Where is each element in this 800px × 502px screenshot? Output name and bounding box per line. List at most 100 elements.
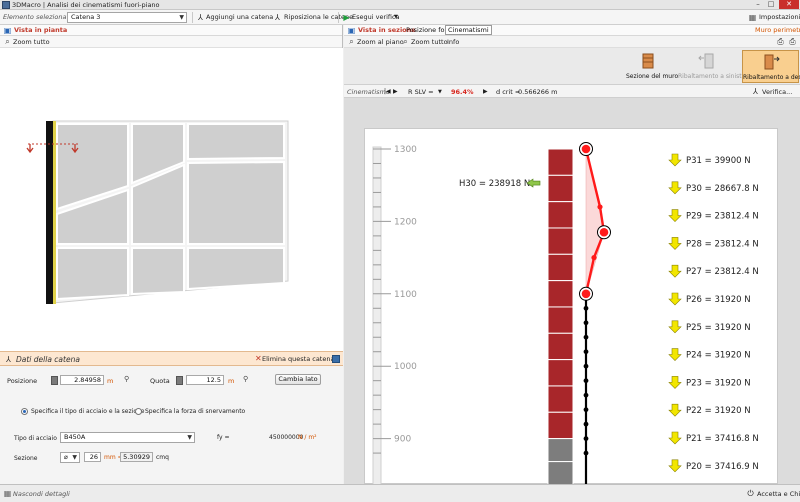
add-chain-button[interactable]: Aggiungi una catena [206, 13, 273, 21]
load-label: P26 = 31920 N [686, 295, 751, 305]
steel-type-select[interactable]: B450A ▼ [60, 432, 195, 443]
tab-plan-view[interactable]: Vista in pianta [14, 26, 67, 34]
print-icon[interactable]: ⎙ [776, 37, 785, 46]
overturn-left-button[interactable]: Ribaltamento a sinistra [678, 50, 748, 83]
section-chart-paper: 900 1000 1100 1200 1300 H30 = 238918 N P31 = 3… [364, 128, 778, 502]
wall-block-lower [547, 461, 574, 486]
zoom-all-button[interactable]: Zoom tutto [13, 38, 50, 46]
chevron-down-icon: ▼ [187, 434, 192, 441]
ruler-tick-label: 1100 [394, 290, 417, 300]
collapse-icon[interactable]: ▦ [3, 489, 12, 498]
slv-percentage: 96.4% [451, 88, 474, 96]
height-input[interactable]: 12.5 [186, 375, 224, 385]
settings-button[interactable]: Impostazioni... [759, 13, 800, 21]
nav-first-icon[interactable]: |◀ [384, 88, 391, 95]
power-icon: ⏻ [747, 489, 754, 498]
title-bar: 3DMacro | Analisi dei cinematismi fuori-… [0, 0, 800, 10]
chevron-down-icon[interactable]: ▼ [394, 14, 398, 20]
radio-steel-type-label[interactable]: Specifica il tipo di acciaio e la sezion… [31, 408, 144, 415]
section-chart-area[interactable]: 900 1000 1100 1200 1300 H30 = 238918 N P31 = 3… [344, 98, 800, 502]
hide-details-button[interactable]: Nascondi dettagli [13, 490, 70, 498]
support-node [583, 363, 589, 369]
zoom-all-button[interactable]: Zoom tutto [411, 38, 448, 46]
load-arrow-icon [668, 431, 682, 445]
load-arrow-icon [668, 459, 682, 473]
delete-icon: ✕ [255, 354, 262, 363]
steel-type-value: B450A [64, 433, 86, 441]
wall-block [547, 280, 574, 308]
section-view-icon: ▣ [347, 26, 356, 35]
run-check-button[interactable]: Esegui verifica [352, 13, 400, 21]
height-unit: m [228, 377, 235, 385]
accept-close-button[interactable]: Accetta e Chiudi [757, 490, 800, 498]
verification-bar: Cinematismo |◀ ▶ R SLV = ▼ 96.4% ▶ d cri… [344, 85, 800, 98]
radio-steel-type[interactable] [21, 408, 28, 415]
minimize-button[interactable]: – [752, 0, 764, 9]
mechanism-node [591, 255, 597, 261]
radio-yield-force[interactable] [135, 408, 142, 415]
load-arrow-icon [668, 209, 682, 223]
section-shape-select[interactable]: ⌀ ▼ [60, 452, 80, 463]
wall-section-button[interactable]: Sezione del muro [626, 50, 679, 83]
dock-icon[interactable] [332, 355, 340, 363]
load-label: P28 = 23812.4 N [686, 239, 759, 249]
diameter-input[interactable]: 26 [84, 452, 101, 462]
load-label: P23 = 31920 N [686, 378, 751, 388]
load-label: P20 = 37416.9 N [686, 462, 759, 472]
area-unit: cmq [156, 454, 169, 461]
plan-panes [56, 123, 285, 301]
ruler-bar [372, 146, 382, 488]
ruler-tick-label: 1200 [394, 217, 417, 227]
calculator-icon[interactable] [51, 376, 58, 385]
zoom-icon: ⌕ [403, 37, 408, 46]
chevron-down-icon[interactable]: ▼ [438, 89, 442, 95]
wall-section-label: Sezione del muro [626, 73, 679, 80]
nav-next-icon[interactable]: ▶ [393, 88, 398, 95]
support-node [583, 421, 589, 427]
plan-canvas[interactable] [0, 48, 343, 375]
support-node [583, 349, 589, 355]
pin-icon[interactable]: ⚲ [124, 375, 129, 383]
wall-block [547, 201, 574, 229]
pin-icon[interactable]: ⚲ [243, 375, 248, 383]
section-label: Sezione [14, 455, 38, 462]
chain-data-form: Posizione 2.84958 m ⚲ Quota 12.5 m ⚲ Cam… [0, 366, 343, 484]
wall-block [547, 332, 574, 361]
plan-subbar: ⌕ Zoom tutto [0, 36, 342, 48]
wall-block [547, 411, 574, 440]
position-label: Posizione [7, 377, 38, 385]
slv-label: R SLV = [408, 88, 434, 96]
hinge-node [581, 289, 591, 299]
wall-block-lower [547, 438, 574, 463]
area-output: 5.30929 [120, 452, 153, 462]
chevron-down-icon: ▼ [72, 454, 77, 461]
export-icon[interactable]: ⎙ [788, 37, 797, 46]
wall-block [547, 385, 574, 413]
wall-block [547, 359, 574, 387]
close-button[interactable]: ✕ [779, 0, 799, 9]
load-arrow-icon [668, 320, 682, 334]
verify-button[interactable]: Verifica... [762, 88, 792, 96]
maximize-button[interactable]: □ [765, 0, 777, 9]
calculator-icon[interactable] [176, 376, 183, 385]
support-node [583, 305, 589, 311]
support-node [583, 378, 589, 384]
nav-next-icon[interactable]: ▶ [483, 88, 488, 95]
overturn-right-button[interactable]: Ribaltamento a destra [742, 50, 800, 83]
load-arrow-icon [668, 237, 682, 250]
zoom-plane-button[interactable]: Zoom al piano [357, 38, 404, 46]
tab-cinematismi[interactable]: Cinematismi [445, 25, 492, 35]
ruler-tick-label: 1000 [394, 362, 417, 372]
delete-chain-button[interactable]: Elimina questa catena [262, 355, 334, 363]
hinge-node [599, 227, 609, 237]
element-select-value: Catena 3 [71, 13, 101, 21]
fy-unit: N / m² [298, 434, 317, 441]
plan-wall-edge [46, 121, 53, 304]
element-select[interactable]: Catena 3 ▼ [67, 12, 187, 23]
radio-yield-force-label[interactable]: Specifica la forza di snervamento [145, 408, 245, 415]
change-side-button[interactable]: Cambia lato [275, 374, 321, 385]
info-button[interactable]: Info [447, 38, 459, 46]
plan-tabbar: ▣ Vista in pianta [0, 25, 342, 36]
add-chain-icon: ⅄ [198, 13, 203, 22]
position-input[interactable]: 2.84958 [60, 375, 104, 385]
